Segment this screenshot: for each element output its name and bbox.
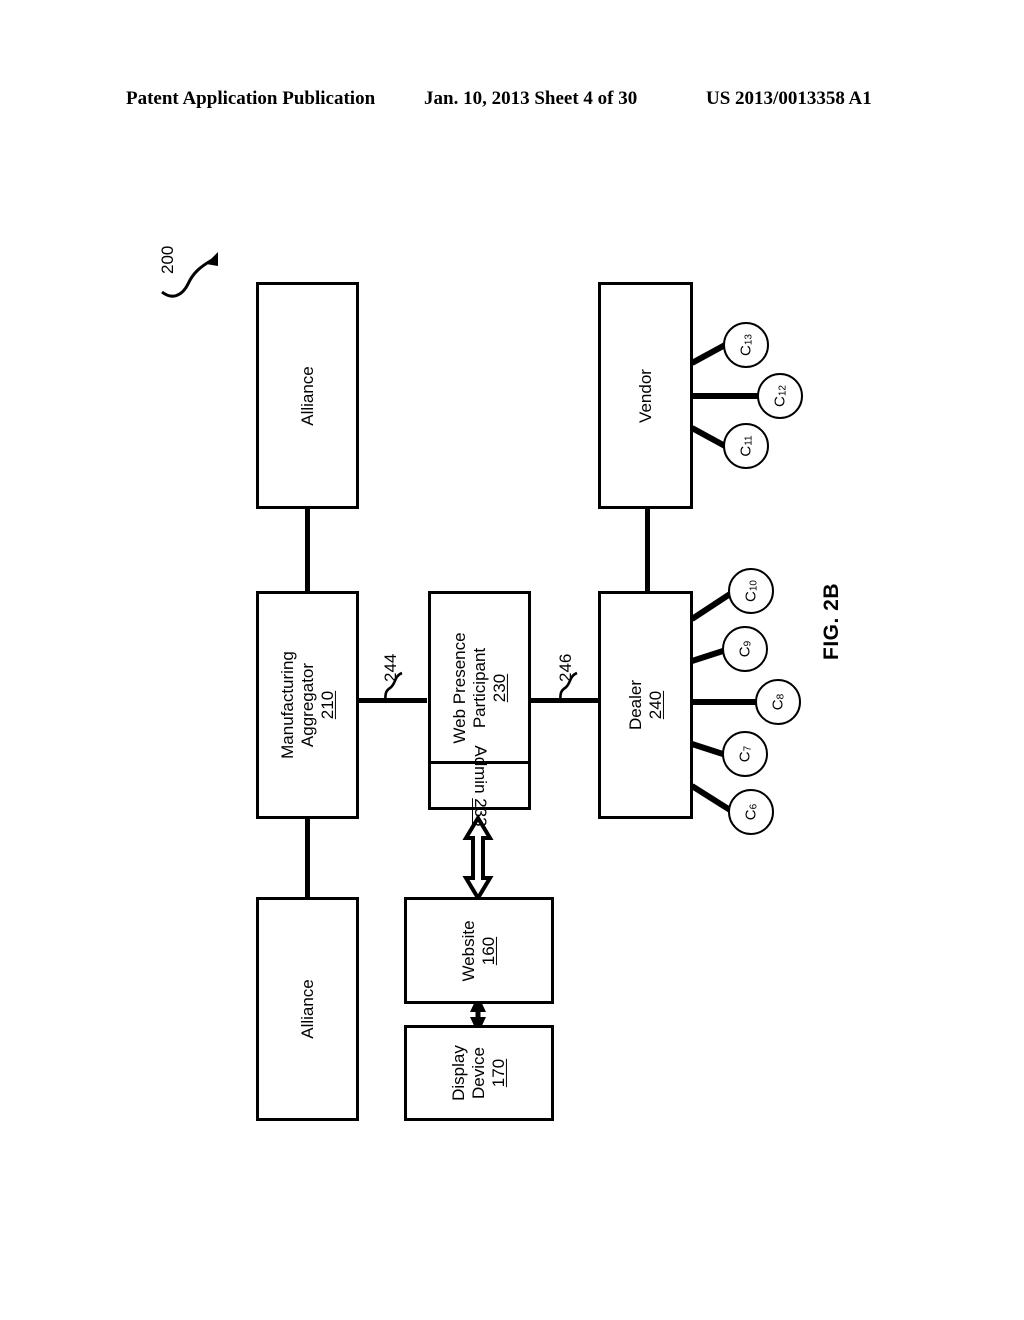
c9-prefix: C: [736, 646, 754, 658]
box-admin-label: Admin 233: [469, 744, 490, 827]
box-alliance-bottom[interactable]: Alliance: [256, 897, 359, 1121]
publication-number: US 2013/0013358 A1: [706, 88, 872, 109]
connector-manufacturing-to-alliance-bottom: [305, 818, 310, 898]
c7-prefix: C: [736, 751, 754, 763]
c10-sub: 10: [748, 580, 760, 592]
box-web-presence-participant[interactable]: Web Presence Participant 230 Admin 233: [428, 591, 531, 826]
c6-sub: 6: [748, 803, 760, 810]
box-website-label: Website 160: [459, 920, 499, 981]
admin-ref: 233: [470, 797, 490, 827]
client-circle-c13-label: C13: [738, 334, 755, 356]
box-manufacturing-aggregator[interactable]: Manufacturing Aggregator 210: [256, 591, 359, 819]
box-admin[interactable]: Admin 233: [431, 745, 528, 826]
client-circle-c13[interactable]: C13: [723, 322, 769, 368]
client-circle-c10[interactable]: C10: [728, 568, 774, 614]
box-dealer-label: Dealer 240: [625, 680, 665, 730]
c9-sub: 9: [742, 640, 754, 647]
box-display-device-label: Display Device 170: [449, 1045, 509, 1101]
box-alliance-top-label: Alliance: [297, 365, 317, 426]
c13-prefix: C: [737, 345, 755, 356]
c11-prefix: C: [737, 445, 755, 457]
dealer-label-text: Dealer: [625, 679, 645, 731]
display-line-1: Display: [448, 1045, 468, 1101]
manufacturing-line-1: Manufacturing: [277, 651, 297, 759]
display-ref: 170: [489, 1058, 509, 1088]
client-circle-c9[interactable]: C9: [722, 626, 768, 672]
callout-246-leader: [558, 671, 578, 704]
client-circle-c7-label: C7: [737, 746, 754, 762]
box-vendor[interactable]: Vendor: [598, 282, 693, 509]
hollow-double-arrow-admin-website: [462, 814, 494, 902]
client-circle-c12-label: C12: [772, 385, 789, 407]
webpresence-ref: 230: [489, 673, 509, 702]
client-circle-c9-label: C9: [737, 641, 754, 657]
c11-sub: 11: [743, 435, 755, 446]
webpresence-line-2: Participant: [469, 647, 489, 728]
client-circle-c11-label: C11: [738, 435, 755, 456]
client-circle-c8[interactable]: C8: [755, 679, 801, 725]
box-alliance-top[interactable]: Alliance: [256, 282, 359, 509]
box-website[interactable]: Website 160: [404, 897, 554, 1004]
c7-sub: 7: [742, 745, 754, 752]
admin-label-text: Admin: [470, 744, 490, 794]
box-dealer[interactable]: Dealer 240: [598, 591, 693, 819]
display-line-2: Device: [468, 1047, 488, 1099]
client-circle-c6[interactable]: C6: [728, 789, 774, 835]
connector-alliance-top-to-manufacturing: [305, 508, 310, 592]
publication-type: Patent Application Publication: [126, 88, 376, 109]
box-display-device[interactable]: Display Device 170: [404, 1025, 554, 1121]
publication-header: Patent Application Publication Jan. 10, …: [0, 88, 1024, 118]
c8-sub: 8: [775, 693, 787, 700]
c12-sub: 12: [777, 385, 789, 397]
manufacturing-ref: 210: [317, 690, 337, 720]
c12-prefix: C: [771, 396, 789, 407]
box-web-presence-participant-label: Web Presence Participant 230: [449, 632, 509, 743]
website-label-text: Website: [458, 919, 478, 982]
publication-date-sheet: Jan. 10, 2013 Sheet 4 of 30: [424, 88, 638, 109]
client-circle-c8-label: C8: [770, 694, 787, 710]
dealer-ref: 240: [645, 690, 665, 720]
webpresence-line-1: Web Presence: [449, 632, 469, 744]
manufacturing-line-2: Aggregator: [297, 662, 317, 748]
c6-prefix: C: [742, 809, 760, 821]
client-circle-c12[interactable]: C12: [757, 373, 803, 419]
website-ref: 160: [479, 936, 498, 965]
system-reference-leader-arrow: [161, 252, 218, 298]
box-manufacturing-aggregator-label: Manufacturing Aggregator 210: [277, 651, 337, 759]
c10-prefix: C: [742, 591, 760, 602]
box-vendor-label: Vendor: [635, 368, 655, 423]
c13-sub: 13: [743, 334, 755, 346]
connector-vendor-to-dealer: [645, 508, 650, 592]
client-circle-c6-label: C6: [743, 804, 760, 820]
client-circle-c7[interactable]: C7: [722, 731, 768, 777]
c8-prefix: C: [769, 699, 787, 711]
client-circle-c11[interactable]: C11: [723, 423, 769, 469]
callout-244-leader: [383, 671, 403, 704]
client-circle-c10-label: C10: [743, 580, 760, 602]
box-alliance-bottom-label: Alliance: [297, 979, 317, 1039]
figure-label: FIG. 2B: [820, 582, 843, 660]
